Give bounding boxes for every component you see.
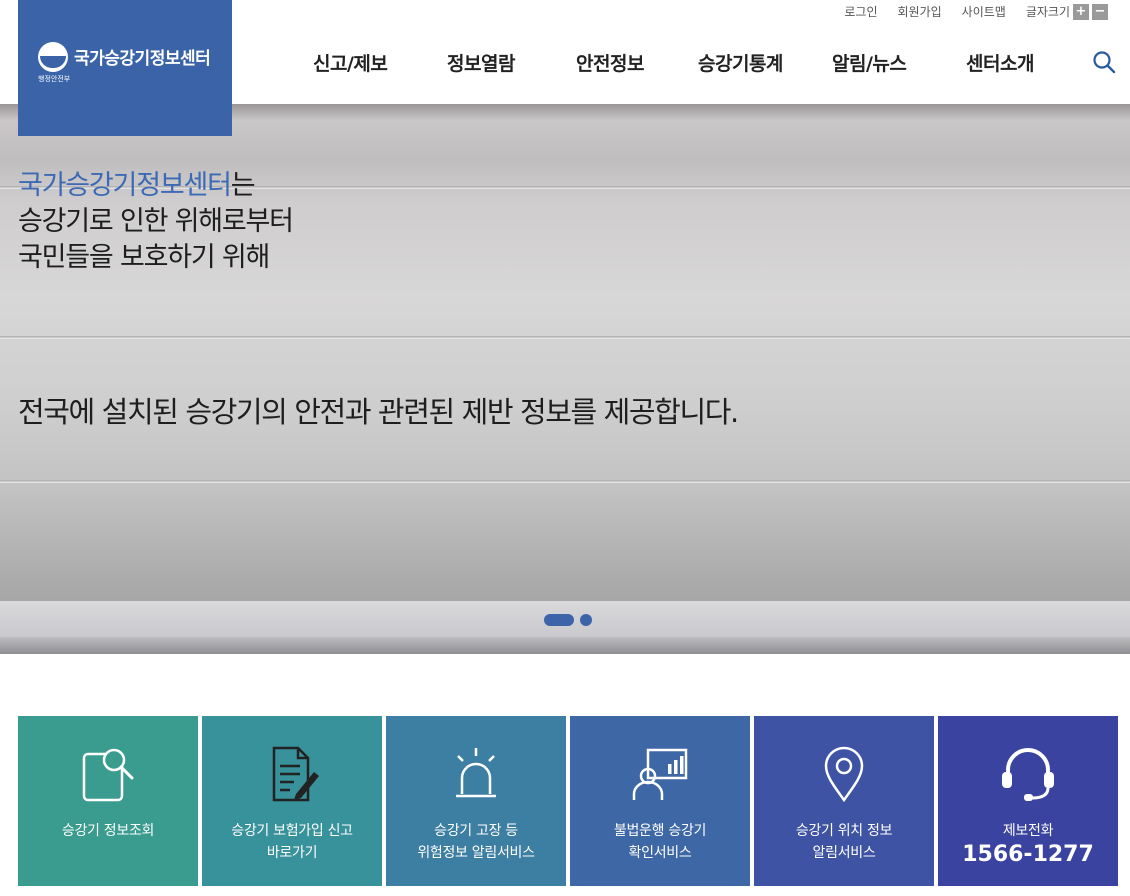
quick-item-location-alert[interactable]: 승강기 위치 정보 알림서비스: [754, 716, 934, 886]
quick-label: 확인서비스: [628, 845, 692, 861]
slide-dot-active[interactable]: [544, 614, 574, 626]
hero-bottom: [0, 637, 1130, 654]
quick-item-report-phone[interactable]: 제보전화 1566-1277: [938, 716, 1118, 886]
document-edit-icon: [272, 746, 319, 802]
hero-accent: 국가승강기정보센터: [18, 170, 232, 201]
government-emblem-icon: [38, 42, 68, 72]
headset-icon: [1002, 748, 1054, 801]
nav-statistics[interactable]: 승강기통계: [698, 49, 783, 76]
hero-line-3: 국민들을 보호하기 위해: [18, 242, 270, 273]
quick-label: 승강기 고장 등: [434, 823, 518, 839]
sitemap-link[interactable]: 사이트맵: [962, 3, 1006, 20]
hero-headline: 전국에 설치된 승강기의 안전과 관련된 제반 정보를 제공합니다.: [18, 395, 739, 429]
slide-dot[interactable]: [580, 614, 592, 626]
font-size-label: 글자크기: [1025, 5, 1070, 19]
nav-report[interactable]: 신고/제보: [313, 49, 388, 76]
hero-line-1-suffix: 는: [230, 170, 256, 201]
quick-label: 바로가기: [266, 845, 318, 861]
report-phone-number[interactable]: 1566-1277: [938, 844, 1118, 866]
utility-bar: 로그인 회원가입 사이트맵 글자크기 + −: [824, 3, 1108, 20]
quick-label: 승강기 보험가입 신고: [231, 823, 353, 839]
quick-menu: 승강기 정보조회 승강기 보험가입 신고 바로가기 승강기 고장 등 위험정보 …: [18, 716, 1118, 886]
font-increase-button[interactable]: +: [1073, 3, 1089, 20]
nav-safety[interactable]: 안전정보: [576, 49, 644, 76]
nav-about[interactable]: 센터소개: [966, 49, 1034, 76]
page: 로그인 회원가입 사이트맵 글자크기 + − 국가승강기정보센터 행정안전부 신…: [0, 0, 1130, 896]
font-size-control: 글자크기 + −: [1026, 3, 1108, 20]
presenter-chart-icon: [632, 748, 688, 800]
hero-stripe: [0, 336, 1130, 339]
logo-title: 국가승강기정보센터: [74, 49, 211, 69]
quick-label: 알림서비스: [812, 845, 876, 861]
hero-stripe: [0, 480, 1130, 483]
site-logo[interactable]: 국가승강기정보센터 행정안전부: [18, 0, 232, 136]
search-icon[interactable]: [1092, 50, 1116, 74]
slider-pagination: [544, 614, 592, 626]
quick-item-insurance[interactable]: 승강기 보험가입 신고 바로가기: [202, 716, 382, 886]
hero-text: 국가승강기정보센터는 승강기로 인한 위해로부터 국민들을 보호하기 위해: [18, 168, 294, 276]
quick-label: 위험정보 알림서비스: [417, 845, 535, 861]
quick-label: 불법운행 승강기: [613, 823, 707, 839]
quick-item-fault-alert[interactable]: 승강기 고장 등 위험정보 알림서비스: [386, 716, 566, 886]
quick-label: 제보전화: [1002, 823, 1054, 839]
hero-line-1: 국가승강기정보센터는: [18, 168, 293, 204]
font-decrease-button[interactable]: −: [1092, 3, 1108, 20]
quick-item-info-lookup[interactable]: 승강기 정보조회: [18, 716, 198, 886]
join-link[interactable]: 회원가입: [897, 3, 941, 20]
document-search-icon: [82, 748, 134, 802]
login-link[interactable]: 로그인: [844, 3, 877, 20]
siren-icon: [456, 748, 496, 798]
hero-line-2: 승강기로 인한 위해로부터: [18, 206, 294, 237]
quick-label: 승강기 정보조회: [61, 823, 155, 839]
quick-item-illegal-check[interactable]: 불법운행 승강기 확인서비스: [570, 716, 750, 886]
nav-info[interactable]: 정보열람: [447, 49, 515, 76]
nav-news[interactable]: 알림/뉴스: [832, 49, 907, 76]
logo-ministry: 행정안전부: [38, 75, 71, 83]
location-pin-icon: [824, 746, 864, 803]
quick-label: 승강기 위치 정보: [795, 823, 893, 839]
